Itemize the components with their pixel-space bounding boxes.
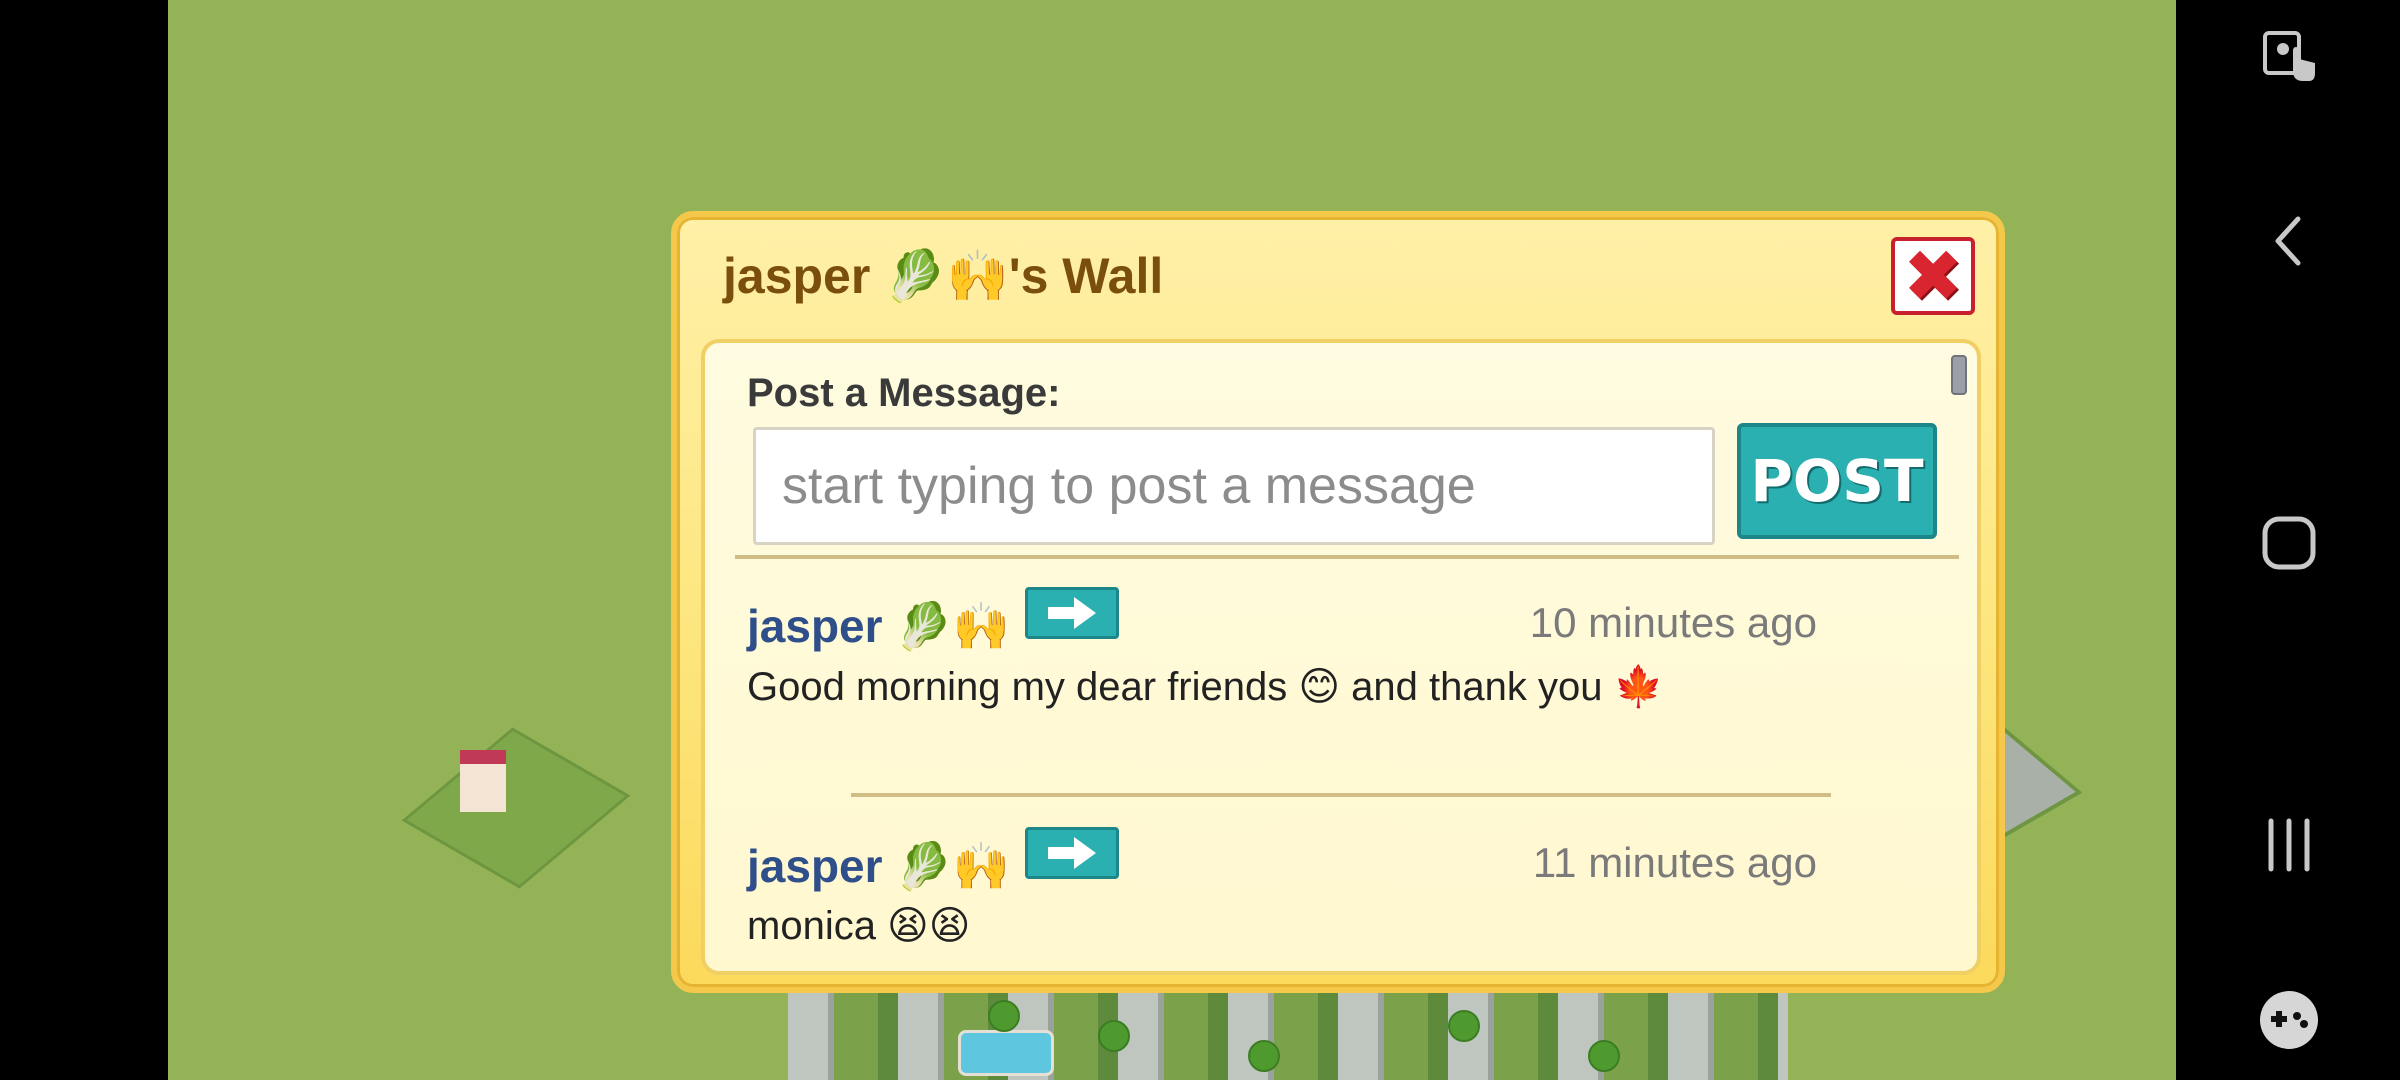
wall-dialog: jasper 🥬🙌's Wall ✖ Post a Message: POST … [671,211,2005,993]
close-button[interactable]: ✖ [1891,237,1975,315]
divider [735,555,1959,559]
tree [1588,1040,1620,1072]
house-building [460,750,506,812]
city-tile-left [401,727,631,889]
post-message: Good morning my dear friends 😊 and thank… [747,665,1664,709]
post-message: monica 😫😫 [747,904,971,948]
game-viewport[interactable]: jasper 🥬🙌's Wall ✖ Post a Message: POST … [168,0,2176,1080]
dialog-title: jasper 🥬🙌's Wall [723,248,1164,304]
post-timestamp: 11 minutes ago [1532,839,1817,886]
visit-profile-button[interactable] [1025,827,1119,879]
chevron-left-icon[interactable] [2254,206,2324,276]
touch-icon[interactable] [2254,22,2324,92]
recents-icon[interactable] [2254,810,2324,880]
pool [958,1030,1054,1076]
gamepad-icon[interactable] [2254,985,2324,1055]
tree [1098,1020,1130,1052]
arrow-right-icon [1048,597,1096,629]
post-divider [851,793,1831,797]
tree [1248,1040,1280,1072]
post-heading: Post a Message: [747,371,1061,415]
post-author[interactable]: jasper 🥬🙌 [747,599,1010,654]
tree [988,1000,1020,1032]
post-button[interactable]: POST [1737,423,1937,539]
post-author[interactable]: jasper 🥬🙌 [747,839,1010,894]
visit-profile-button[interactable] [1025,587,1119,639]
close-icon: ✖ [1902,234,1964,318]
home-icon[interactable] [2254,508,2324,578]
city-blocks [788,990,1788,1080]
tree [1448,1010,1480,1042]
scrollbar[interactable] [1951,355,1967,395]
wall-content: Post a Message: POST jasper 🥬🙌 10 minute… [701,339,1981,975]
android-nav-bar [2176,0,2400,1080]
message-input[interactable] [753,427,1715,545]
post-timestamp: 10 minutes ago [1529,599,1817,646]
arrow-right-icon [1048,837,1096,869]
